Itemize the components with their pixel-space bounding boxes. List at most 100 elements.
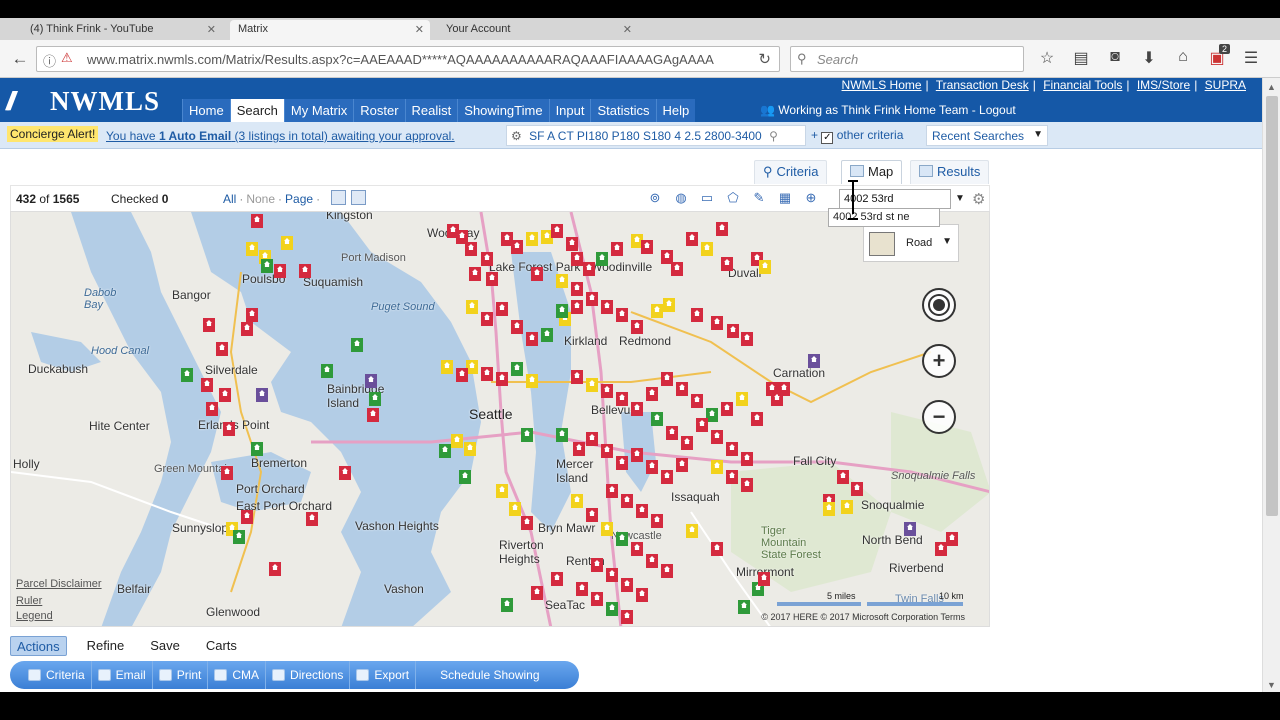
zoom-in-button[interactable]: + xyxy=(922,344,956,378)
crosshair-icon[interactable]: ⊕ xyxy=(802,189,820,207)
listing-pin-icon[interactable] xyxy=(651,304,663,318)
listing-pin-icon[interactable] xyxy=(571,252,583,266)
nav-roster[interactable]: Roster xyxy=(353,99,405,122)
close-icon[interactable]: ✕ xyxy=(415,23,424,36)
address-suggestion[interactable]: 4002 53rd st ne xyxy=(828,208,940,227)
listing-pin-icon[interactable] xyxy=(716,222,728,236)
listing-pin-icon[interactable] xyxy=(586,378,598,392)
listing-pin-icon[interactable] xyxy=(661,470,673,484)
listing-pin-icon[interactable] xyxy=(481,367,493,381)
listing-pin-icon[interactable] xyxy=(606,602,618,616)
listing-pin-icon[interactable] xyxy=(606,484,618,498)
listing-pin-icon[interactable] xyxy=(339,466,351,480)
listing-pin-icon[interactable] xyxy=(181,368,193,382)
listing-pin-icon[interactable] xyxy=(736,392,748,406)
listing-pin-icon[interactable] xyxy=(571,370,583,384)
back-arrow-icon[interactable]: ← xyxy=(8,48,32,70)
listing-pin-icon[interactable] xyxy=(596,252,608,266)
tab-criteria[interactable]: ⚲ Criteria xyxy=(754,160,828,184)
listing-pin-icon[interactable] xyxy=(261,259,273,273)
listing-pin-icon[interactable] xyxy=(691,308,703,322)
listing-pin-icon[interactable] xyxy=(681,436,693,450)
listing-pin-icon[interactable] xyxy=(711,542,723,556)
listing-pin-icon[interactable] xyxy=(676,382,688,396)
listing-pin-icon[interactable] xyxy=(741,478,753,492)
checkbox-icon[interactable]: ✓ xyxy=(821,132,834,144)
listing-pin-icon[interactable] xyxy=(496,372,508,386)
listing-pin-icon[interactable] xyxy=(566,237,578,251)
listing-pin-icon[interactable] xyxy=(601,300,613,314)
listing-pin-icon[interactable] xyxy=(631,448,643,462)
listing-pin-icon[interactable] xyxy=(306,512,318,526)
listing-pin-icon[interactable] xyxy=(299,264,311,278)
locate-me-button[interactable] xyxy=(922,288,956,322)
tab-results[interactable]: Results xyxy=(910,160,990,184)
info-icon[interactable]: ⓘ xyxy=(43,51,56,70)
close-icon[interactable]: ✕ xyxy=(207,23,216,36)
listing-pin-icon[interactable] xyxy=(851,482,863,496)
listing-pin-icon[interactable] xyxy=(711,460,723,474)
browser-search-box[interactable]: ⚲ Search xyxy=(790,46,1024,72)
listing-pin-icon[interactable] xyxy=(711,430,723,444)
legend-link[interactable]: Legend xyxy=(16,610,53,622)
nav-help[interactable]: Help xyxy=(655,99,696,122)
listing-pin-icon[interactable] xyxy=(666,426,678,440)
listing-pin-icon[interactable] xyxy=(521,428,533,442)
listing-pin-icon[interactable] xyxy=(221,466,233,480)
scroll-down-icon[interactable]: ▼ xyxy=(1267,680,1276,690)
listing-pin-icon[interactable] xyxy=(738,600,750,614)
map-type-select[interactable]: Road ▼ xyxy=(863,224,959,262)
select-all-link[interactable]: All xyxy=(223,192,236,206)
listing-pin-icon[interactable] xyxy=(441,360,453,374)
scroll-up-icon[interactable]: ▲ xyxy=(1267,82,1276,92)
listing-pin-icon[interactable] xyxy=(241,510,253,524)
nav-input[interactable]: Input xyxy=(548,99,591,122)
link-transaction-desk[interactable]: Transaction Desk xyxy=(936,78,1029,92)
menu-icon[interactable]: ☰ xyxy=(1234,48,1268,68)
listing-pin-icon[interactable] xyxy=(646,554,658,568)
link-supra[interactable]: SUPRA xyxy=(1205,78,1246,92)
listing-pin-icon[interactable] xyxy=(696,418,708,432)
listing-pin-icon[interactable] xyxy=(726,470,738,484)
listing-pin-icon[interactable] xyxy=(521,516,533,530)
nav-realist[interactable]: Realist xyxy=(404,99,458,122)
link-ims-store[interactable]: IMS/Store xyxy=(1137,78,1190,92)
listing-pin-icon[interactable] xyxy=(456,368,468,382)
listing-pin-icon[interactable] xyxy=(621,610,633,624)
listing-pin-icon[interactable] xyxy=(556,274,568,288)
listing-pin-icon[interactable] xyxy=(206,402,218,416)
listing-pin-icon[interactable] xyxy=(808,354,820,368)
listing-pin-icon[interactable] xyxy=(631,320,643,334)
concierge-message-link[interactable]: You have 1 Auto Email (3 listings in tot… xyxy=(106,129,455,143)
recent-searches-select[interactable]: Recent Searches ▼ xyxy=(926,125,1048,146)
listing-pin-icon[interactable] xyxy=(219,388,231,402)
listing-pin-icon[interactable] xyxy=(551,224,563,238)
listing-pin-icon[interactable] xyxy=(351,338,363,352)
listing-pin-icon[interactable] xyxy=(691,394,703,408)
schedule-showing-button[interactable]: Schedule Showing xyxy=(416,661,545,689)
listing-pin-icon[interactable] xyxy=(201,378,213,392)
listing-pin-icon[interactable] xyxy=(616,308,628,322)
listing-pin-icon[interactable] xyxy=(369,392,381,406)
listing-pin-icon[interactable] xyxy=(841,500,853,514)
listing-pin-icon[interactable] xyxy=(551,572,563,586)
link-nwmls-home[interactable]: NWMLS Home xyxy=(842,78,922,92)
tab-refine[interactable]: Refine xyxy=(81,636,131,656)
listing-pin-icon[interactable] xyxy=(636,504,648,518)
listing-pin-icon[interactable] xyxy=(721,257,733,271)
listing-pin-icon[interactable] xyxy=(751,412,763,426)
tab-actions[interactable]: Actions xyxy=(10,636,67,656)
download-icon[interactable]: ⬇ xyxy=(1132,48,1166,68)
listing-pin-icon[interactable] xyxy=(636,588,648,602)
listing-pin-icon[interactable] xyxy=(711,316,723,330)
listing-pin-icon[interactable] xyxy=(571,300,583,314)
nav-my-matrix[interactable]: My Matrix xyxy=(283,99,354,122)
listing-pin-icon[interactable] xyxy=(274,264,286,278)
listing-pin-icon[interactable] xyxy=(616,456,628,470)
page-scrollbar[interactable]: ▲ ▼ xyxy=(1262,78,1280,692)
listing-pin-icon[interactable] xyxy=(686,524,698,538)
listing-pin-icon[interactable] xyxy=(321,364,333,378)
listing-pin-icon[interactable] xyxy=(661,372,673,386)
listing-pin-icon[interactable] xyxy=(365,374,377,388)
listing-pin-icon[interactable] xyxy=(621,494,633,508)
